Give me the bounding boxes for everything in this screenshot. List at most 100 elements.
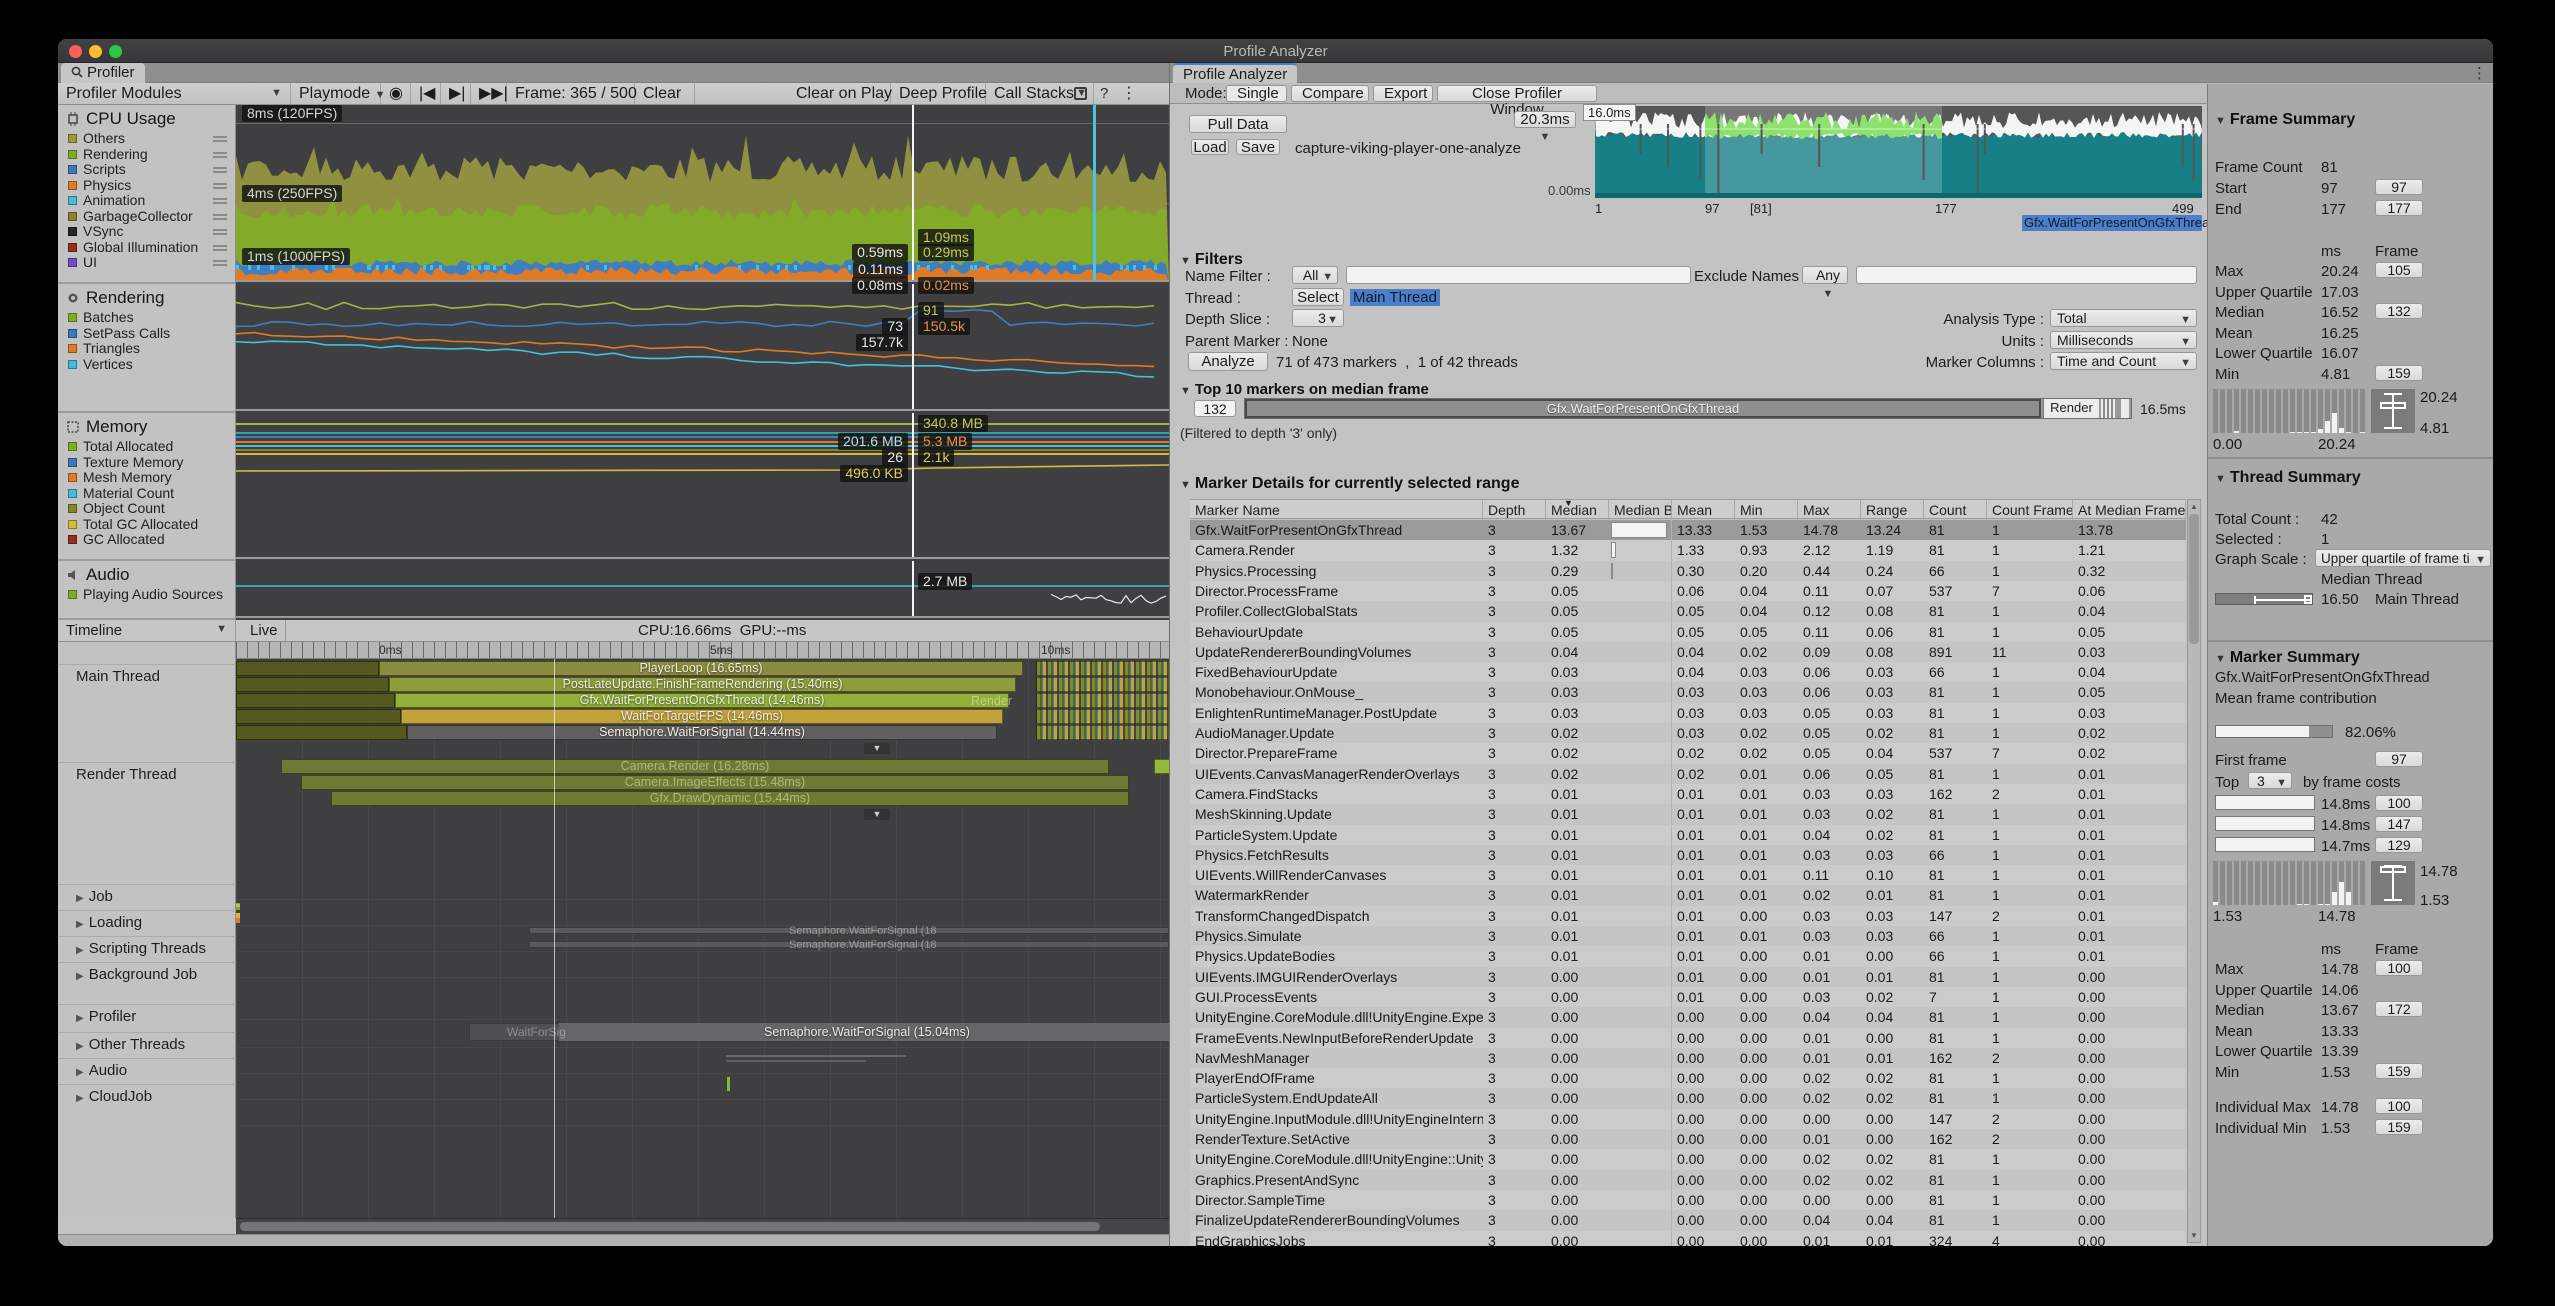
expand-icon[interactable]: ▶ [76, 971, 84, 982]
marker-row-ParticleSystem.EndUpdateAll[interactable]: ParticleSystem.EndUpdateAll30.000.000.00… [1190, 1088, 2186, 1108]
top-cost-bar[interactable] [2215, 837, 2315, 852]
marker-row-Gfx.WaitForPresentOnGfxThread[interactable]: Gfx.WaitForPresentOnGfxThread313.6713.33… [1190, 520, 2186, 540]
kebab-menu-icon[interactable]: ⋮ [1121, 83, 1137, 104]
depth-slice-dropdown[interactable]: 3 ▼ [1292, 309, 1344, 327]
render-bar-dim-3[interactable]: Gfx.DrawDynamic (15.44ms) [331, 791, 1129, 806]
tab-profile-analyzer[interactable]: Profile Analyzer [1173, 63, 1297, 83]
timeline-view-dropdown[interactable]: Timeline ▼ [58, 620, 236, 641]
legend-item-rendering[interactable]: Rendering [58, 147, 235, 163]
kebab-menu-icon[interactable]: ⋮ [2472, 64, 2487, 82]
column-header-depth[interactable]: Depth [1483, 500, 1546, 520]
column-header-median-bar[interactable]: Median Bar [1609, 500, 1672, 520]
frame-jump-button[interactable]: 172 [2375, 1001, 2423, 1017]
frame-jump-button[interactable]: 159 [2375, 365, 2423, 381]
timeline-busy-region[interactable] [1036, 709, 1169, 724]
legend-item-vsync[interactable]: VSync [58, 224, 235, 240]
expand-icon[interactable]: ▶ [76, 1093, 84, 1104]
thread-selected-value[interactable]: Main Thread [1350, 289, 1440, 306]
thread-label-job[interactable]: ▶Job [58, 884, 236, 908]
marker-row-Graphics.PresentAndSync[interactable]: Graphics.PresentAndSync30.000.000.000.02… [1190, 1170, 2186, 1190]
profiler-charts[interactable]: 8ms (120FPS)4ms (250FPS)1ms (1000FPS)1.0… [236, 105, 1169, 620]
legend-item-gc-allocated[interactable]: GC Allocated [58, 532, 235, 548]
render-bar-dim-2[interactable]: Camera.ImageEffects (15.48ms) [301, 775, 1129, 790]
expand-icon[interactable]: ▶ [76, 945, 84, 956]
legend-item-others[interactable]: Others [58, 131, 235, 147]
frame-jump-button[interactable]: 100 [2375, 1098, 2423, 1114]
column-header-range[interactable]: Range [1861, 500, 1924, 520]
next-frame-button[interactable]: ▶| [441, 83, 471, 104]
maximize-icon[interactable] [1074, 87, 1087, 100]
timeline-bar-dim-lead[interactable] [236, 661, 379, 676]
analysis-type-dropdown[interactable]: Total ▼ [2050, 309, 2197, 327]
marker-row-TransformChangedDispatch[interactable]: TransformChangedDispatch30.010.010.000.0… [1190, 906, 2186, 926]
thread-label-cloudjob[interactable]: ▶CloudJob [58, 1084, 236, 1108]
top10-section-title[interactable]: ▼Top 10 markers on median frame [1180, 381, 1429, 399]
frame-jump-button[interactable]: 177 [2375, 200, 2423, 216]
thread-label-render-thread[interactable]: Render Thread [58, 762, 236, 786]
marker-row-EndGraphicsJobs[interactable]: EndGraphicsJobs30.000.000.000.010.013244… [1190, 1231, 2186, 1248]
column-header-count[interactable]: Count [1924, 500, 1987, 520]
pull-data-button[interactable]: Pull Data [1189, 115, 1287, 133]
name-filter-input[interactable] [1346, 266, 1691, 284]
column-header-mean[interactable]: Mean [1672, 500, 1735, 520]
marker-row-FinalizeUpdateRendererBoundingVolumes[interactable]: FinalizeUpdateRendererBoundingVolumes30.… [1190, 1210, 2186, 1230]
legend-item-object-count[interactable]: Object Count [58, 501, 235, 517]
legend-item-setpass-calls[interactable]: SetPass Calls [58, 326, 235, 342]
top-n-dropdown[interactable]: 3▼ [2248, 772, 2292, 789]
top-cost-bar[interactable] [2215, 795, 2315, 810]
legend-item-mesh-memory[interactable]: Mesh Memory [58, 470, 235, 486]
playmode-dropdown[interactable]: Playmode ▼ [291, 83, 381, 104]
marker-row-ParticleSystem.Update[interactable]: ParticleSystem.Update30.010.010.010.040.… [1190, 825, 2186, 845]
marker-row-RenderTexture.SetActive[interactable]: RenderTexture.SetActive30.000.000.000.01… [1190, 1129, 2186, 1149]
timeline-busy-region[interactable] [1036, 661, 1169, 676]
summary-section-title-marker-summary[interactable]: ▼Marker Summary [2215, 649, 2360, 667]
graph-selected-marker[interactable]: Gfx.WaitForPresentOnGfxThread [2022, 215, 2202, 231]
marker-row-FrameEvents.NewInputBeforeRenderUpdate[interactable]: FrameEvents.NewInputBeforeRenderUpdate30… [1190, 1028, 2186, 1048]
drag-handle-icon[interactable] [213, 183, 227, 191]
drag-handle-icon[interactable] [213, 198, 227, 206]
legend-item-ui[interactable]: UI [58, 255, 235, 271]
marker-row-UpdateRendererBoundingVolumes[interactable]: UpdateRendererBoundingVolumes30.040.040.… [1190, 642, 2186, 662]
mode-export-button[interactable]: Export [1373, 85, 1433, 102]
legend-item-total-allocated[interactable]: Total Allocated [58, 439, 235, 455]
column-header-min[interactable]: Min [1735, 500, 1798, 520]
marker-row-UIEvents.IMGUIRenderOverlays[interactable]: UIEvents.IMGUIRenderOverlays30.000.010.0… [1190, 967, 2186, 987]
save-button[interactable]: Save [1236, 139, 1280, 155]
timeline-busy-region[interactable] [1036, 693, 1169, 708]
frame-jump-button[interactable]: 100 [2375, 960, 2423, 976]
frame-jump-button[interactable]: 97 [2375, 179, 2423, 195]
expand-icon[interactable]: ▶ [76, 919, 84, 930]
chart-band-audio[interactable] [236, 561, 1169, 618]
marker-row-UIEvents.WillRenderCanvases[interactable]: UIEvents.WillRenderCanvases30.010.010.01… [1190, 865, 2186, 885]
render-bar-dim-1[interactable]: Camera.Render (16.28ms) [281, 759, 1109, 774]
clear-on-play-button[interactable]: Clear on Play [788, 83, 891, 104]
column-header-max[interactable]: Max [1798, 500, 1861, 520]
render-bar-bright-1[interactable]: Camera.Render (16.27ms) [1154, 759, 1169, 774]
top-cost-bar[interactable] [2215, 816, 2315, 831]
marker-row-UnityEngine.CoreModule.dll!UnityEngine.Experimenta[interactable]: UnityEngine.CoreModule.dll!UnityEngine.E… [1190, 1007, 2186, 1027]
drag-handle-icon[interactable] [213, 136, 227, 144]
marker-row-Director.ProcessFrame[interactable]: Director.ProcessFrame30.050.060.040.110.… [1190, 581, 2186, 601]
timeline-body[interactable]: PlayerLoop (16.65ms)PostLateUpdate.Finis… [236, 659, 1169, 1218]
marker-row-BehaviourUpdate[interactable]: BehaviourUpdate30.050.050.050.110.068110… [1190, 622, 2186, 642]
frame-jump-button[interactable]: 159 [2375, 1063, 2423, 1079]
timeline-busy-region[interactable] [1036, 725, 1169, 740]
thread-label-audio[interactable]: ▶Audio [58, 1058, 236, 1082]
marker-row-MeshSkinning.Update[interactable]: MeshSkinning.Update30.010.010.010.030.02… [1190, 804, 2186, 824]
drag-handle-icon[interactable] [213, 245, 227, 253]
drag-handle-icon[interactable] [213, 229, 227, 237]
legend-item-triangles[interactable]: Triangles [58, 341, 235, 357]
marker-row-Camera.Render[interactable]: Camera.Render31.321.330.932.121.198111.2… [1190, 540, 2186, 560]
legend-item-texture-memory[interactable]: Texture Memory [58, 455, 235, 471]
module-header[interactable]: CPU Usage [58, 105, 235, 131]
help-icon[interactable]: ? [1100, 83, 1108, 104]
marker-details-title[interactable]: ▼Marker Details for currently selected r… [1180, 475, 1519, 493]
timeline-bar-dim-lead[interactable] [236, 725, 407, 740]
summary-section-title-thread-summary[interactable]: ▼Thread Summary [2215, 469, 2361, 487]
analyze-button[interactable]: Analyze [1188, 352, 1268, 371]
marker-row-Physics.FetchResults[interactable]: Physics.FetchResults30.010.010.010.030.0… [1190, 845, 2186, 865]
legend-item-batches[interactable]: Batches [58, 310, 235, 326]
top10-render-segment[interactable]: Render [2043, 399, 2099, 418]
close-profiler-window-button[interactable]: Close Profiler Window [1437, 85, 1597, 102]
timeline-bar-dim-lead[interactable] [236, 677, 389, 692]
